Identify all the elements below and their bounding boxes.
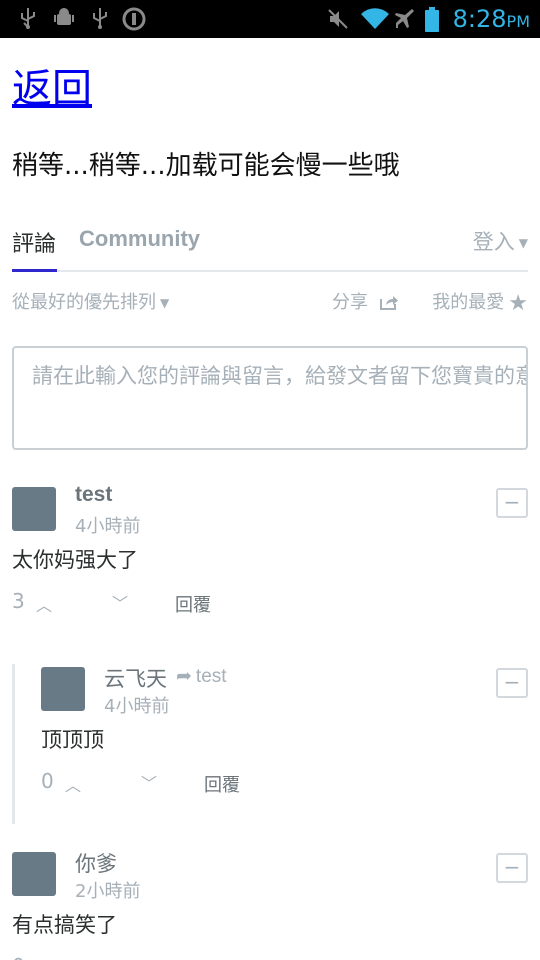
clock-time: 8:28 <box>452 5 507 33</box>
reply-button[interactable]: 回覆 <box>204 771 240 797</box>
chevron-down-icon: ▼ <box>160 296 170 310</box>
sort-label: 從最好的優先排列 <box>12 292 156 313</box>
upvote-icon[interactable]: ︿ <box>36 592 52 616</box>
battery-icon <box>424 7 440 32</box>
comment-author[interactable]: 你爹 <box>75 848 117 878</box>
upvote-icon[interactable]: ︿ <box>65 772 81 796</box>
downvote-icon[interactable]: ﹀ <box>141 770 157 794</box>
collapse-button[interactable]: − <box>496 853 528 883</box>
back-link[interactable]: 返回 <box>12 62 92 116</box>
usb-icon <box>16 7 40 31</box>
collapse-button[interactable]: − <box>496 488 528 518</box>
comment-time[interactable]: 2小時前 <box>75 877 140 903</box>
reply-button[interactable]: 回覆 <box>175 591 211 617</box>
comment-text: 太你妈强大了 <box>12 548 138 572</box>
share-label: 分享 <box>332 292 368 313</box>
comment-time[interactable]: 4小時前 <box>75 512 140 538</box>
android-debug-icon <box>52 7 76 31</box>
airplane-icon <box>393 7 417 31</box>
login-dropdown[interactable]: 登入 ▼ <box>473 226 528 256</box>
comment-text: 顶顶顶 <box>41 728 104 752</box>
downvote-icon[interactable]: ﹀ <box>112 590 128 614</box>
share-icon <box>379 294 398 310</box>
comment-item: test 4小時前 − 太你妈强大了 3 ︿ ﹀ 回覆 <box>0 480 540 620</box>
comment-input[interactable]: 請在此輸入您的評論與留言，給發文者留下您寶貴的意見 <box>12 346 528 450</box>
vote-count: 3 <box>12 589 25 613</box>
avatar[interactable] <box>12 852 56 896</box>
tab-comments[interactable]: 評論 <box>12 226 56 258</box>
vote-count: 0 <box>12 954 25 960</box>
star-icon: ★ <box>508 291 528 316</box>
tab-community[interactable]: Community <box>79 226 200 252</box>
tabs-divider <box>12 270 528 272</box>
comment-input-placeholder: 請在此輸入您的評論與留言，給發文者留下您寶貴的意見 <box>32 364 528 388</box>
avatar[interactable] <box>12 487 56 531</box>
clock-ampm: PM <box>506 12 530 31</box>
reply-arrow-icon: ➦ <box>176 666 192 687</box>
comment-toolbar: 從最好的優先排列 ▼ 分享 我的最愛 ★ <box>12 286 528 316</box>
favorite-label: 我的最愛 <box>432 292 505 313</box>
mute-icon <box>326 7 350 31</box>
login-label: 登入 <box>472 230 515 254</box>
comment-item: 你爹 2小時前 − 有点搞笑了 0 回覆 <box>0 845 540 960</box>
favorite-button[interactable]: 我的最愛 ★ <box>432 288 528 316</box>
usb-icon <box>88 7 112 31</box>
comment-author[interactable]: test <box>75 483 112 507</box>
clock: 8:28PM <box>453 4 530 37</box>
comment-item: 云飞天 ➦ test 4小時前 − 顶顶顶 0 ︿ ﹀ 回覆 <box>0 660 540 820</box>
comment-time[interactable]: 4小時前 <box>104 692 169 718</box>
reply-button[interactable]: 回覆 <box>175 956 211 960</box>
share-button[interactable]: 分享 <box>332 288 398 314</box>
collapse-button[interactable]: − <box>496 668 528 698</box>
comment-text: 有点搞笑了 <box>12 913 117 937</box>
loading-message: 稍等...稍等...加载可能会慢一些哦 <box>12 151 400 181</box>
vote-count: 0 <box>41 769 54 793</box>
chevron-down-icon: ▼ <box>518 236 528 250</box>
comment-author[interactable]: 云飞天 <box>104 663 167 693</box>
active-tab-indicator <box>12 269 57 272</box>
sync-icon <box>122 7 146 31</box>
status-bar: 8:28PM <box>0 0 540 38</box>
avatar[interactable] <box>41 667 85 711</box>
reply-to-author: test <box>195 666 227 687</box>
wifi-icon <box>360 7 390 31</box>
tab-bar: 評論 Community 登入 ▼ <box>12 212 528 272</box>
reply-to[interactable]: ➦ test <box>176 665 227 688</box>
sort-dropdown[interactable]: 從最好的優先排列 ▼ <box>12 288 169 314</box>
